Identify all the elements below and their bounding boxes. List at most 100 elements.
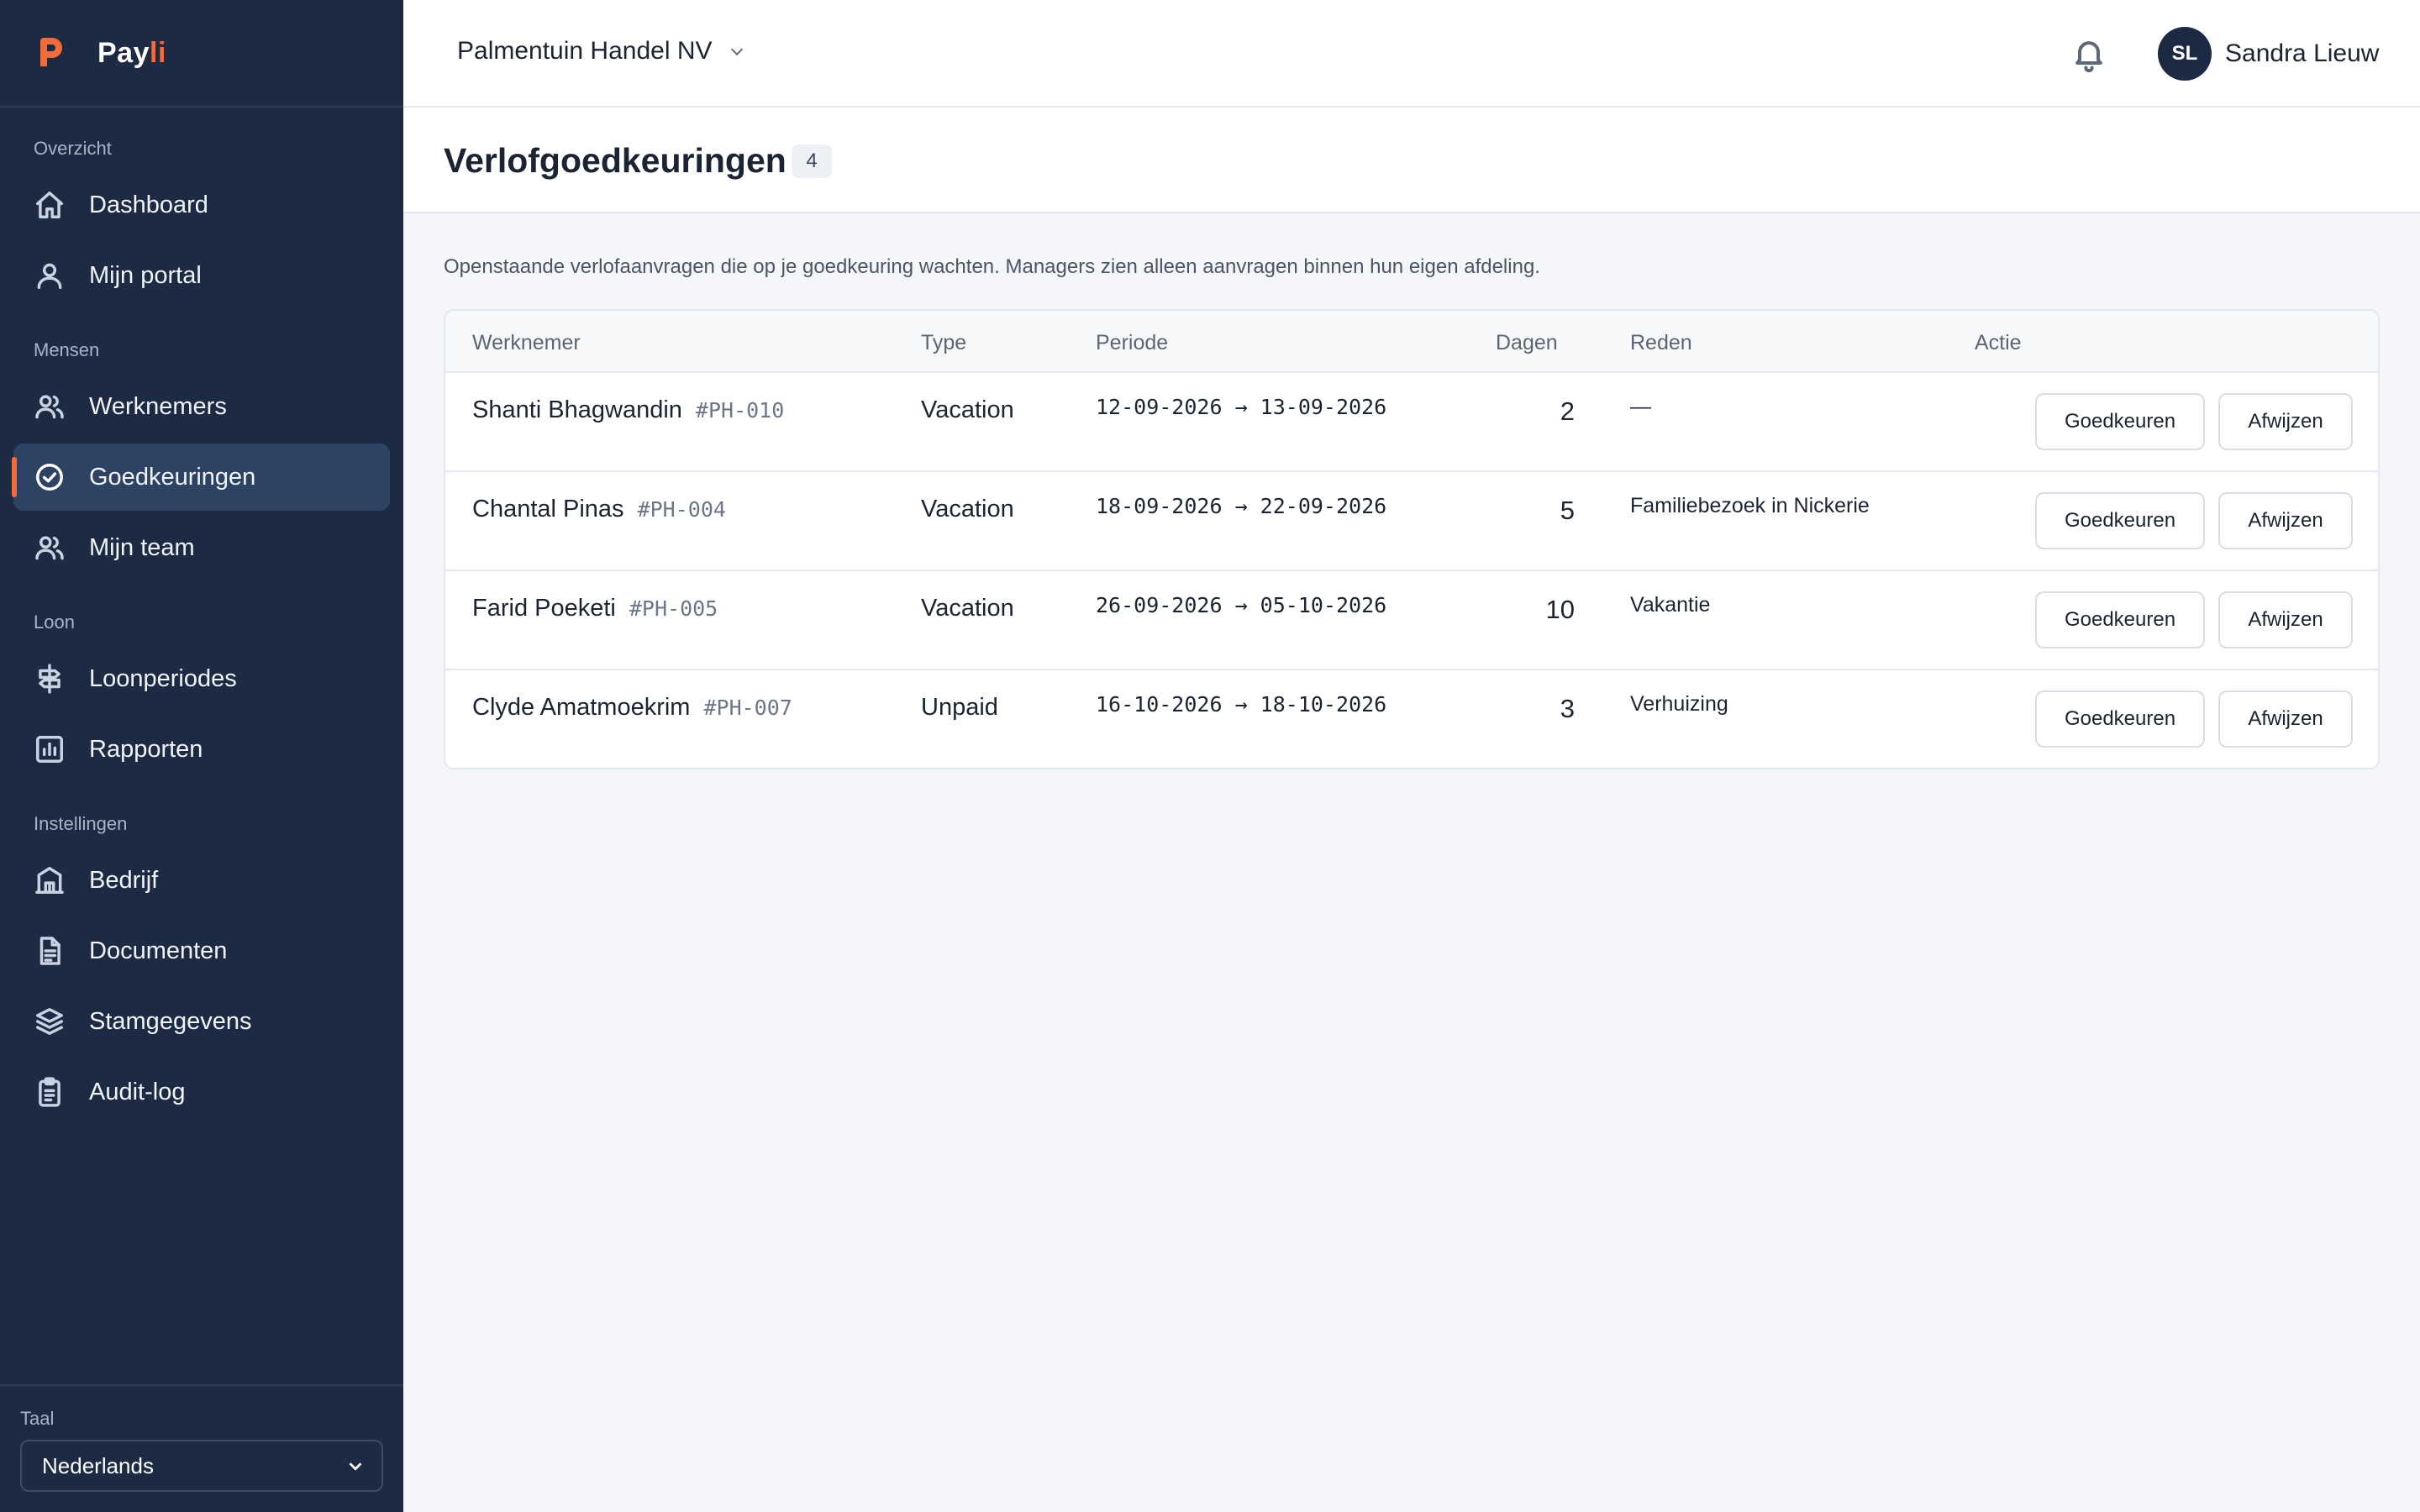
signpost-icon — [34, 663, 66, 695]
leave-reason: Vakantie — [1630, 593, 1711, 617]
reject-button[interactable]: Afwijzen — [2218, 690, 2353, 748]
sidebar-item-label: Audit-log — [89, 1078, 186, 1105]
approve-button[interactable]: Goedkeuren — [2035, 393, 2205, 450]
bar-chart-icon — [34, 733, 66, 765]
sidebar-item-dashboard[interactable]: Dashboard — [13, 171, 390, 239]
table-header: Werknemer Type Periode Dagen Reden Actie — [445, 311, 2378, 373]
users-icon — [34, 391, 66, 423]
organization-switcher[interactable]: Palmentuin Handel NV — [457, 37, 746, 66]
leave-reason: Verhuizing — [1630, 692, 1728, 716]
language-value: Nederlands — [42, 1452, 154, 1478]
column-header-days: Dagen — [1496, 331, 1558, 354]
brand[interactable]: Payli — [0, 0, 403, 108]
sidebar-item-audit-log[interactable]: Audit-log — [13, 1058, 390, 1126]
employee-cell: Shanti Bhagwandin #PH-010 — [472, 396, 784, 424]
nav-section-loon: Loon — [34, 612, 75, 633]
column-header-employee: Werknemer — [472, 331, 581, 354]
sidebar-item-label: Mijn team — [89, 533, 195, 561]
approvals-table: Werknemer Type Periode Dagen Reden Actie… — [444, 309, 2380, 769]
leave-days: 5 — [1560, 496, 1575, 525]
topbar: Palmentuin Handel NV SL Sandra Lieuw — [403, 0, 2420, 108]
leave-days: 10 — [1545, 595, 1575, 624]
reject-button[interactable]: Afwijzen — [2218, 591, 2353, 648]
page-header: Verlofgoedkeuringen 4 — [403, 108, 2420, 213]
bell-icon — [2075, 41, 2102, 73]
count-badge: 4 — [792, 144, 832, 178]
avatar: SL — [2158, 27, 2212, 81]
sidebar-item-documenten[interactable]: Documenten — [13, 917, 390, 984]
page-title: Verlofgoedkeuringen — [444, 141, 786, 180]
leave-period: 18-09-2026 → 22-09-2026 — [1096, 494, 1387, 518]
user-icon — [34, 260, 66, 291]
user-menu[interactable]: SL Sandra Lieuw — [2158, 27, 2379, 81]
sidebar-item-loonperiodes[interactable]: Loonperiodes — [13, 645, 390, 712]
column-header-reason: Reden — [1630, 331, 1692, 354]
table-row: Clyde Amatmoekrim #PH-007 Unpaid 16-10-2… — [445, 670, 2378, 768]
reject-button[interactable]: Afwijzen — [2218, 492, 2353, 549]
page-description: Openstaande verlofaanvragen die op je go… — [444, 255, 1540, 278]
approve-button[interactable]: Goedkeuren — [2035, 591, 2205, 648]
check-circle-icon — [34, 461, 66, 493]
sidebar-footer: Taal Nederlands — [0, 1384, 403, 1512]
user-name: Sandra Lieuw — [2225, 39, 2380, 67]
employee-name: Farid Poeketi — [472, 595, 616, 622]
employee-cell: Clyde Amatmoekrim #PH-007 — [472, 694, 792, 722]
sidebar-item-label: Goedkeuringen — [89, 463, 256, 491]
nav-section-mensen: Mensen — [34, 339, 100, 360]
sidebar-item-mijn-team[interactable]: Mijn team — [13, 514, 390, 581]
sidebar-item-label: Documenten — [89, 937, 228, 964]
sidebar-item-bedrijf[interactable]: Bedrijf — [13, 847, 390, 914]
leave-days: 2 — [1560, 396, 1575, 426]
table-row: Chantal Pinas #PH-004 Vacation 18-09-202… — [445, 472, 2378, 571]
chevron-down-icon — [730, 48, 743, 56]
sidebar-item-goedkeuringen[interactable]: Goedkeuringen — [12, 444, 390, 511]
leave-type: Vacation — [921, 496, 1014, 522]
leave-type: Unpaid — [921, 694, 998, 721]
employee-id: #PH-004 — [637, 497, 726, 522]
employee-cell: Farid Poeketi #PH-005 — [472, 595, 718, 622]
sidebar-item-label: Werknemers — [89, 392, 227, 420]
sidebar: Payli Overzicht Dashboard Mijn portal Me… — [0, 0, 403, 1512]
language-select[interactable]: Nederlands — [20, 1440, 383, 1492]
clipboard-icon — [34, 1076, 66, 1108]
sidebar-item-mijn-portal[interactable]: Mijn portal — [13, 242, 390, 309]
layers-icon — [34, 1005, 66, 1037]
leave-days: 3 — [1560, 694, 1575, 723]
employee-name: Clyde Amatmoekrim — [472, 694, 691, 721]
employee-id: #PH-005 — [629, 596, 718, 621]
table-row: Farid Poeketi #PH-005 Vacation 26-09-202… — [445, 571, 2378, 670]
sidebar-item-rapporten[interactable]: Rapporten — [13, 716, 390, 783]
employee-name: Shanti Bhagwandin — [472, 396, 682, 423]
sidebar-item-werknemers[interactable]: Werknemers — [13, 373, 390, 440]
sidebar-item-label: Stamgegevens — [89, 1007, 252, 1035]
sidebar-item-stamgegevens[interactable]: Stamgegevens — [13, 988, 390, 1055]
leave-period: 26-09-2026 → 05-10-2026 — [1096, 593, 1387, 617]
nav-section-instellingen: Instellingen — [34, 813, 128, 834]
column-header-type: Type — [921, 331, 967, 354]
home-icon — [34, 189, 66, 221]
leave-period: 16-10-2026 → 18-10-2026 — [1096, 692, 1387, 717]
payli-logo-icon — [40, 38, 62, 66]
employee-id: #PH-010 — [695, 398, 785, 423]
approve-button[interactable]: Goedkeuren — [2035, 690, 2205, 748]
employee-cell: Chantal Pinas #PH-004 — [472, 496, 726, 523]
employee-id: #PH-007 — [703, 696, 792, 720]
column-header-action: Actie — [1975, 331, 2022, 354]
approve-button[interactable]: Goedkeuren — [2035, 492, 2205, 549]
building-icon — [34, 864, 66, 896]
reject-button[interactable]: Afwijzen — [2218, 393, 2353, 450]
sidebar-item-label: Dashboard — [89, 191, 208, 218]
leave-type: Vacation — [921, 595, 1014, 622]
brand-name: Payli — [97, 36, 166, 69]
employee-name: Chantal Pinas — [472, 496, 624, 522]
notifications-button[interactable] — [2070, 35, 2107, 73]
team-icon — [34, 532, 66, 564]
nav-section-overzicht: Overzicht — [34, 138, 112, 159]
chevron-down-icon — [349, 1462, 362, 1471]
table-row: Shanti Bhagwandin #PH-010 Vacation 12-09… — [445, 373, 2378, 472]
column-header-period: Periode — [1096, 331, 1169, 354]
leave-reason: Familiebezoek in Nickerie — [1630, 494, 1870, 517]
leave-reason: — — [1630, 395, 1651, 418]
document-icon — [34, 935, 66, 967]
leave-type: Vacation — [921, 396, 1014, 423]
